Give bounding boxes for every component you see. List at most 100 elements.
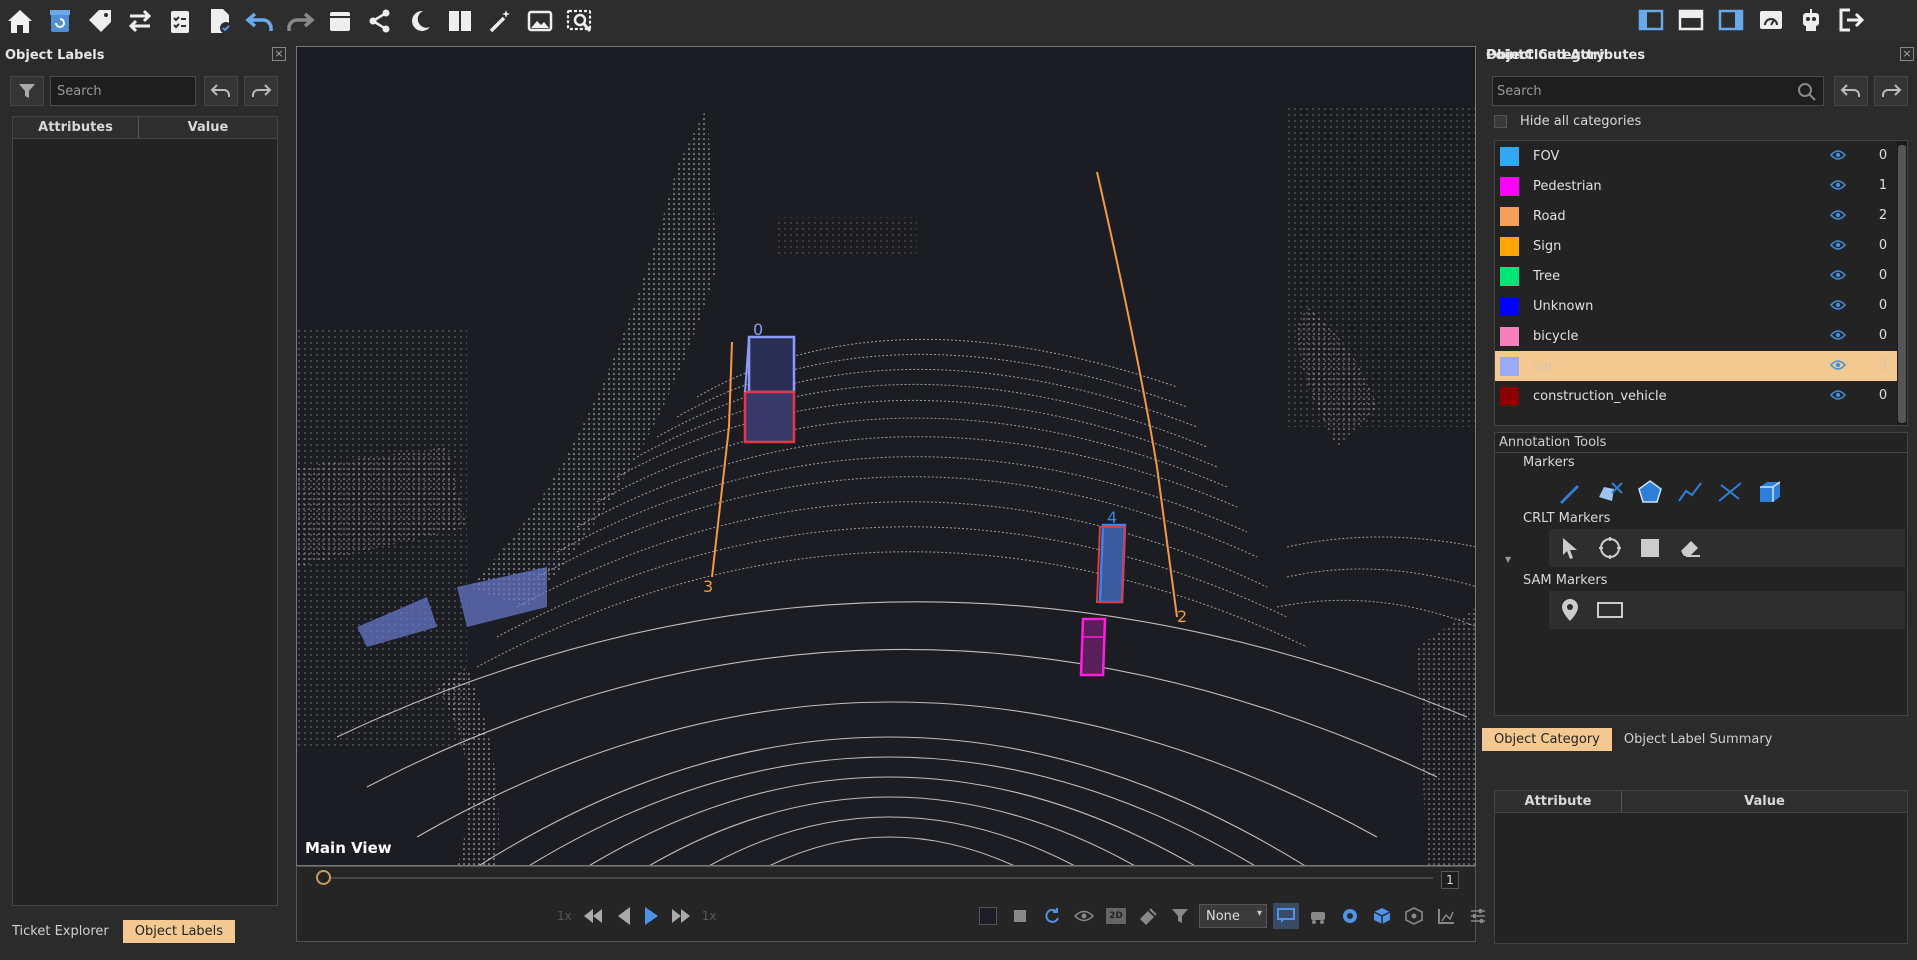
tab-object-label-summary[interactable]: Object Label Summary <box>1612 728 1785 751</box>
hide-all-label: Hide all categories <box>1520 114 1642 129</box>
undo-button[interactable] <box>204 76 238 106</box>
category-item[interactable]: Tree 0 <box>1495 261 1907 291</box>
column-header-value[interactable]: Value <box>1622 791 1907 812</box>
checklist-icon[interactable] <box>160 1 200 41</box>
eraser-tool-icon[interactable] <box>1673 531 1707 565</box>
file-check-icon[interactable] <box>200 1 240 41</box>
timeline-handle[interactable] <box>316 870 331 885</box>
share-icon[interactable] <box>360 1 400 41</box>
car-bounding-box-0[interactable] <box>743 335 796 444</box>
split-line-tool-icon[interactable] <box>1713 475 1747 509</box>
swap-icon[interactable] <box>120 1 160 41</box>
box-prompt-icon[interactable] <box>1593 593 1627 627</box>
rewind-icon[interactable] <box>582 907 604 925</box>
column-header-attribute[interactable]: Attribute <box>1495 791 1622 812</box>
undo-button[interactable] <box>1834 76 1868 106</box>
category-item-selected[interactable]: car 3 <box>1495 351 1907 381</box>
fast-forward-icon[interactable] <box>670 907 692 925</box>
eye-icon[interactable] <box>1830 299 1846 311</box>
circle-tool-icon[interactable] <box>1593 531 1627 565</box>
category-count: 3 <box>1878 358 1888 373</box>
paint-icon[interactable] <box>1135 903 1161 929</box>
night-mode-icon[interactable] <box>400 1 440 41</box>
image-search-icon[interactable] <box>560 1 600 41</box>
column-header-value[interactable]: Value <box>139 117 277 138</box>
visibility-icon[interactable] <box>1071 903 1097 929</box>
eye-icon[interactable] <box>1830 179 1846 191</box>
eye-icon[interactable] <box>1830 209 1846 221</box>
close-icon[interactable]: × <box>272 47 286 61</box>
comment-icon[interactable] <box>1273 903 1299 929</box>
category-item[interactable]: Pedestrian 1 <box>1495 171 1907 201</box>
refresh-icon[interactable] <box>40 1 80 41</box>
location-pin-icon[interactable] <box>1553 593 1587 627</box>
tag-icon[interactable] <box>80 1 120 41</box>
category-search-input[interactable]: Search <box>1492 76 1824 106</box>
step-back-icon[interactable] <box>614 905 632 927</box>
split-view-icon[interactable] <box>440 1 480 41</box>
undo-icon[interactable] <box>240 1 280 41</box>
sync-icon[interactable] <box>1039 903 1065 929</box>
frame-number-input[interactable]: 1 <box>1441 871 1459 889</box>
column-header-attributes[interactable]: Attributes <box>13 117 139 138</box>
eye-icon[interactable] <box>1830 239 1846 251</box>
layout-top-icon[interactable] <box>1671 0 1711 40</box>
eye-icon[interactable] <box>1830 149 1846 161</box>
layout-right-icon[interactable] <box>1711 0 1751 40</box>
polygon-erase-tool-icon[interactable] <box>1593 475 1627 509</box>
polygon-tool-icon[interactable] <box>1633 475 1667 509</box>
eye-icon[interactable] <box>1830 329 1846 341</box>
redo-icon[interactable] <box>280 1 320 41</box>
pointer-tool-icon[interactable] <box>1553 531 1587 565</box>
color-square-icon[interactable] <box>975 903 1001 929</box>
layout-left-icon[interactable] <box>1631 0 1671 40</box>
category-item[interactable]: FOV 0 <box>1495 141 1907 171</box>
window-icon[interactable] <box>320 1 360 41</box>
redo-button[interactable] <box>1874 76 1908 106</box>
3d-box-icon[interactable] <box>1401 903 1427 929</box>
category-item[interactable]: Road 2 <box>1495 201 1907 231</box>
play-icon[interactable] <box>642 905 660 927</box>
pedestrian-bounding-box[interactable] <box>1079 617 1107 677</box>
search-icon[interactable] <box>1797 82 1817 102</box>
home-icon[interactable] <box>0 1 40 41</box>
close-icon[interactable]: × <box>1900 47 1914 61</box>
magic-wand-icon[interactable] <box>480 1 520 41</box>
ruler-icon[interactable] <box>1433 903 1459 929</box>
filter-button[interactable] <box>10 76 44 106</box>
category-item[interactable]: construction_vehicle 0 <box>1495 381 1907 411</box>
tab-object-category[interactable]: Object Category <box>1482 728 1612 751</box>
redo-button[interactable] <box>244 76 278 106</box>
brush-tool-icon[interactable] <box>1553 475 1587 509</box>
color-mode-select[interactable]: None <box>1199 904 1267 928</box>
robot-icon[interactable] <box>1791 0 1831 40</box>
eye-icon[interactable] <box>1830 359 1846 371</box>
eye-icon[interactable] <box>1830 389 1846 401</box>
cuboid-tool-icon[interactable] <box>1753 475 1787 509</box>
timeline-track[interactable] <box>323 877 1433 879</box>
hide-all-checkbox[interactable] <box>1494 115 1507 128</box>
rectangle-tool-icon[interactable] <box>1633 531 1667 565</box>
funnel-icon[interactable] <box>1167 903 1193 929</box>
2d-icon[interactable]: 2D <box>1103 903 1129 929</box>
dashboard-icon[interactable] <box>1751 0 1791 40</box>
sphere-view-icon[interactable] <box>1337 903 1363 929</box>
vehicle-icon[interactable] <box>1305 903 1331 929</box>
cube-view-icon[interactable] <box>1369 903 1395 929</box>
image-icon[interactable] <box>520 1 560 41</box>
tab-object-labels[interactable]: Object Labels <box>122 920 236 943</box>
tab-ticket-explorer[interactable]: Ticket Explorer <box>0 920 121 943</box>
eye-icon[interactable] <box>1830 269 1846 281</box>
stop-icon[interactable] <box>1007 903 1033 929</box>
category-scrollbar[interactable] <box>1897 141 1907 425</box>
collapse-caret-icon[interactable]: ▼ <box>1505 555 1511 564</box>
polyline-tool-icon[interactable] <box>1673 475 1707 509</box>
label-search-input[interactable]: Search <box>50 76 196 106</box>
hide-all-categories-toggle[interactable]: Hide all categories <box>1494 114 1641 129</box>
category-item[interactable]: Sign 0 <box>1495 231 1907 261</box>
main-view-canvas[interactable]: 3 2 0 4 Main View <box>296 46 1476 866</box>
category-item[interactable]: bicycle 0 <box>1495 321 1907 351</box>
logout-icon[interactable] <box>1831 0 1871 40</box>
car-bounding-box-4[interactable] <box>1095 523 1127 604</box>
category-item[interactable]: Unknown 0 <box>1495 291 1907 321</box>
